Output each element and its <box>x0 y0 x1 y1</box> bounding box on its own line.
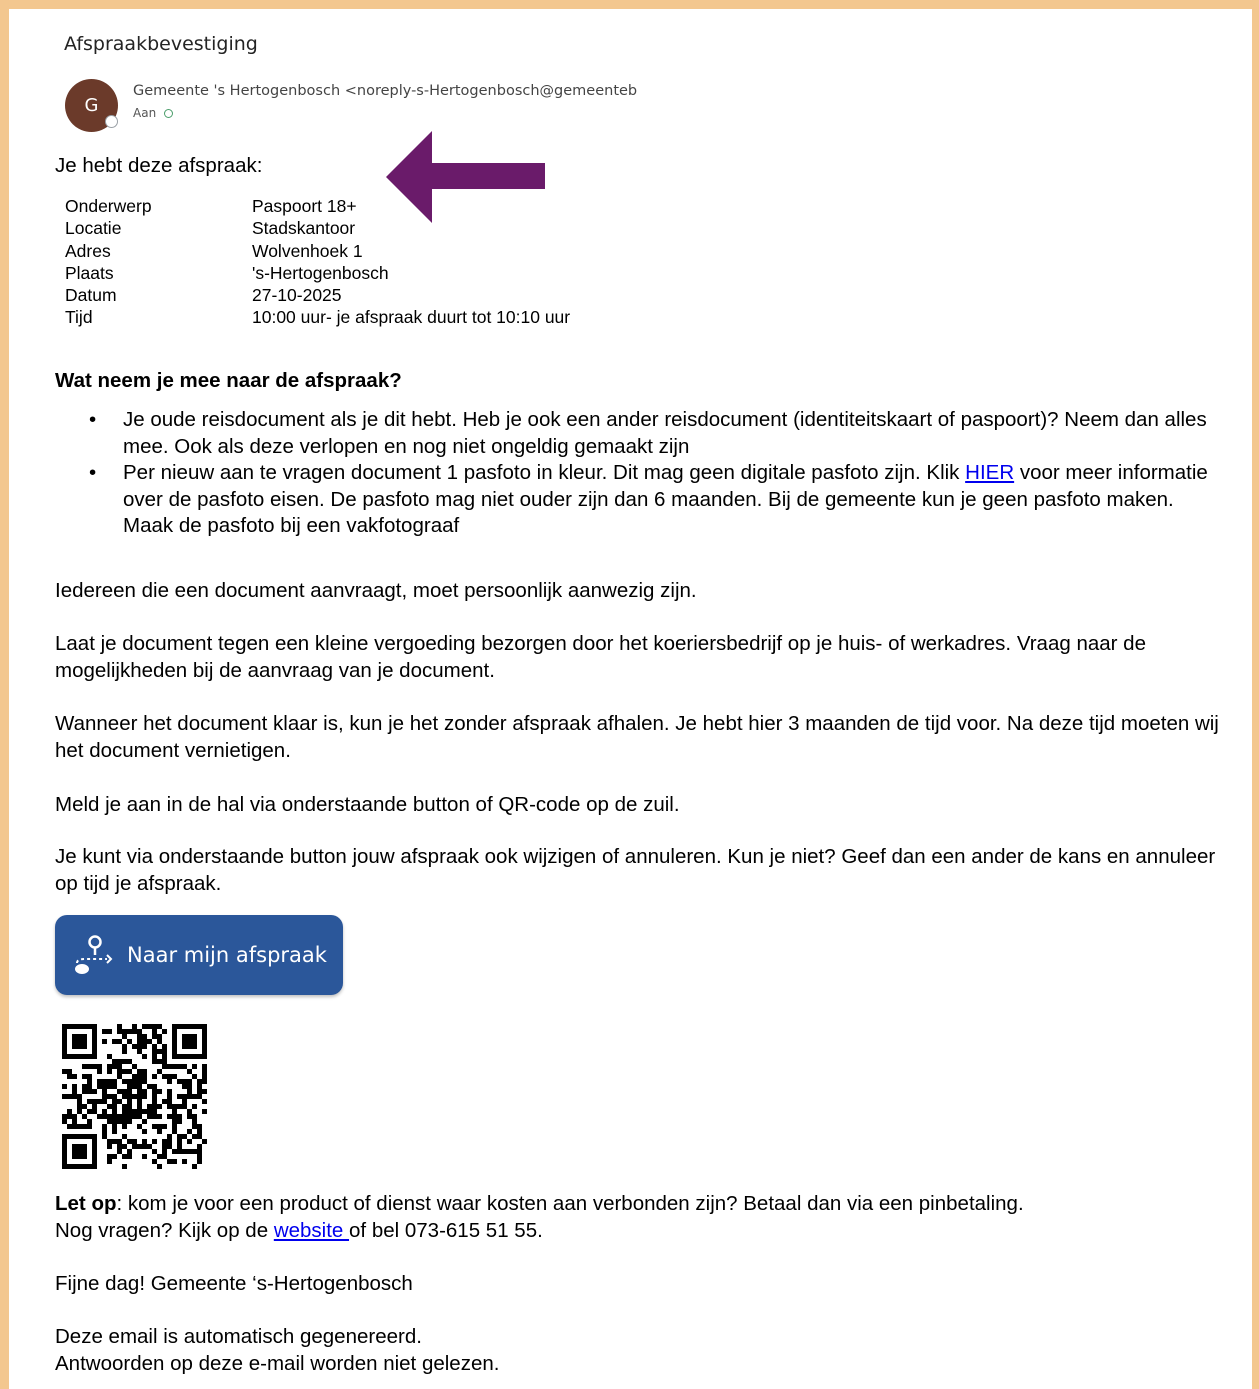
paragraph-delivery: Laat je document tegen een kleine vergoe… <box>55 632 1146 682</box>
detail-label: Adres <box>65 240 111 261</box>
bullet-text: Je oude reisdocument als je dit hebt. He… <box>123 408 1207 458</box>
recipient-presence-icon[interactable] <box>164 108 174 118</box>
questions-text: Nog vragen? Kijk op de <box>55 1219 274 1242</box>
to-label: Aan <box>133 106 157 120</box>
paragraph-change: Je kunt via onderstaande button jouw afs… <box>55 845 1216 895</box>
detail-value: 10:00 uur- je afspraak duurt tot 10:10 u… <box>252 307 571 328</box>
list-item: • Per nieuw aan te vragen document 1 pas… <box>55 460 1225 540</box>
detail-row-datum: Datum 27-10-2025 <box>65 284 570 306</box>
hier-link[interactable]: HIER <box>965 461 1014 484</box>
avatar-initial: G <box>84 95 99 116</box>
paragraph-auto: Deze email is automatisch gegenereerd. A… <box>55 1323 1225 1377</box>
detail-label: Locatie <box>65 218 122 239</box>
paragraph-checkin: Meld je aan in de hal via onderstaande b… <box>55 793 680 816</box>
detail-row-adres: Adres Wolvenhoek 1 <box>65 240 570 262</box>
detail-row-plaats: Plaats 's-Hertogenbosch <box>65 262 570 284</box>
paragraph-letop: Let op: kom je voor een product of diens… <box>55 1190 1225 1244</box>
auto-generated-text: Deze email is automatisch gegenereerd. <box>55 1325 422 1348</box>
detail-value: 27-10-2025 <box>252 285 342 306</box>
letop-text: : kom je voor een product of dienst waar… <box>116 1192 1024 1215</box>
bullet-text-before: Per nieuw aan te vragen document 1 pasfo… <box>123 461 966 484</box>
presence-status-icon <box>105 115 118 128</box>
detail-row-tijd: Tijd 10:00 uur- je afspraak duurt tot 10:… <box>65 306 570 328</box>
appointment-details: Onderwerp Paspoort 18+ Locatie Stadskantoo… <box>65 195 570 329</box>
location-route-icon <box>75 935 113 974</box>
detail-label: Tijd <box>65 307 93 328</box>
no-reply-text: Antwoorden op deze e-mail worden niet ge… <box>55 1352 500 1375</box>
detail-row-locatie: Locatie Stadskantoor <box>65 217 570 239</box>
email-subject: Afspraakbevestiging <box>64 33 258 55</box>
phone-text: of bel 073-615 51 55. <box>349 1219 543 1242</box>
appointment-intro: Je hebt deze afspraak: <box>55 154 263 177</box>
button-label: Naar mijn afspraak <box>127 943 327 967</box>
detail-value: 's-Hertogenbosch <box>252 262 389 283</box>
paragraph-pickup: Wanneer het document klaar is, kun je he… <box>55 712 1219 762</box>
paragraph-presence: Iedereen die een document aanvraagt, moe… <box>55 579 697 602</box>
detail-row-onderwerp: Onderwerp Paspoort 18+ <box>65 195 570 217</box>
paragraph-greeting: Fijne dag! Gemeente ‘s-Hertogenbosch <box>55 1272 413 1295</box>
qr-code[interactable] <box>62 1024 207 1169</box>
detail-value: Paspoort 18+ <box>252 196 357 216</box>
letop-label: Let op <box>55 1192 117 1215</box>
detail-value: Wolvenhoek 1 <box>252 240 363 261</box>
email-view: Afspraakbevestiging G Gemeente 's Hertog… <box>9 9 1252 1389</box>
website-link[interactable]: website <box>274 1219 349 1242</box>
my-appointment-button[interactable]: Naar mijn afspraak <box>55 915 343 995</box>
detail-label: Datum <box>65 285 117 306</box>
bullet-icon: • <box>89 408 97 431</box>
bring-heading: Wat neem je mee naar de afspraak? <box>55 369 402 392</box>
recipient-line: Aan <box>133 106 174 120</box>
sender-address[interactable]: Gemeente 's Hertogenbosch <noreply-s-Her… <box>133 83 637 99</box>
detail-label: Plaats <box>65 262 114 283</box>
list-item: • Je oude reisdocument als je dit hebt. … <box>55 407 1225 460</box>
detail-label: Onderwerp <box>65 196 152 216</box>
detail-value: Stadskantoor <box>252 218 356 239</box>
bring-list: • Je oude reisdocument als je dit hebt. … <box>55 407 1225 540</box>
bullet-icon: • <box>89 461 97 484</box>
